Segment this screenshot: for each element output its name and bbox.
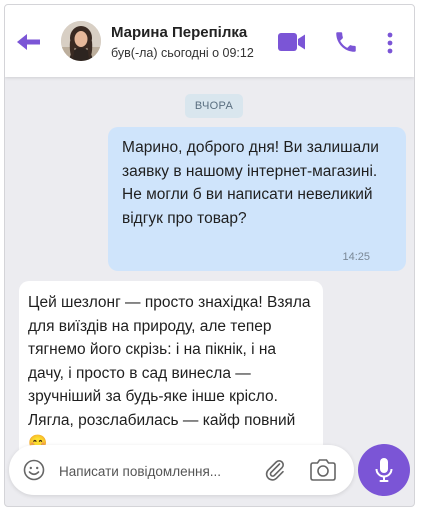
emoji-icon bbox=[23, 459, 45, 481]
date-divider: ВЧОРА bbox=[185, 94, 243, 118]
video-call-button[interactable] bbox=[277, 31, 307, 58]
message-text: Марино, доброго дня! Ви залишали заявку … bbox=[122, 139, 379, 227]
paperclip-icon bbox=[265, 460, 284, 481]
voice-message-button[interactable] bbox=[358, 444, 410, 496]
avatar[interactable] bbox=[61, 21, 101, 61]
back-arrow-icon bbox=[17, 34, 40, 50]
microphone-icon bbox=[375, 458, 393, 482]
message-input[interactable] bbox=[57, 457, 251, 485]
more-vertical-icon bbox=[387, 32, 393, 54]
attach-button[interactable] bbox=[263, 458, 287, 487]
message-composer bbox=[9, 445, 354, 495]
chat-header: Марина Перепілка був(-ла) сьогодні о 09:… bbox=[5, 5, 414, 77]
chat-window: Марина Перепілка був(-ла) сьогодні о 09:… bbox=[4, 4, 415, 507]
camera-icon bbox=[310, 459, 336, 481]
contact-photo bbox=[61, 21, 101, 61]
message-text: Цей шезлонг — просто знахідка! Взяла для… bbox=[28, 294, 311, 452]
voice-call-button[interactable] bbox=[333, 29, 359, 60]
phone-icon bbox=[336, 32, 356, 52]
message-time: 14:25 bbox=[342, 251, 370, 263]
contact-name[interactable]: Марина Перепілка bbox=[111, 24, 247, 41]
outgoing-message[interactable]: Марино, доброго дня! Ви залишали заявку … bbox=[108, 127, 406, 271]
last-seen-status: був(-ла) сьогодні о 09:12 bbox=[111, 46, 254, 60]
camera-button[interactable] bbox=[309, 458, 337, 487]
emoji-button[interactable] bbox=[23, 459, 45, 486]
more-options-button[interactable] bbox=[385, 31, 395, 60]
back-button[interactable] bbox=[13, 27, 43, 57]
video-camera-icon bbox=[278, 33, 305, 51]
